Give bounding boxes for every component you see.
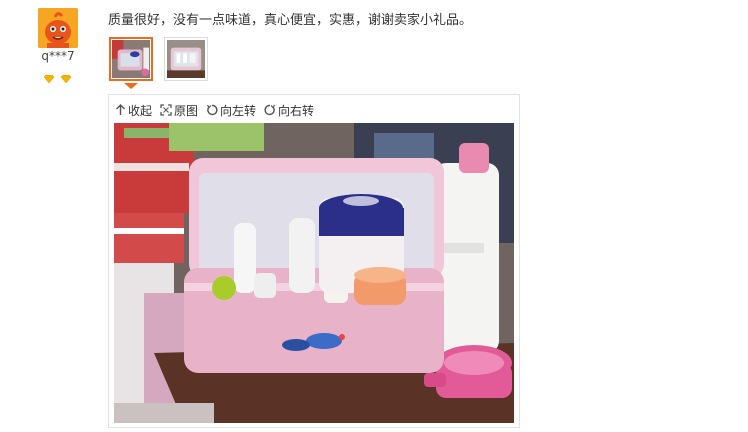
diamond-icon <box>60 68 72 87</box>
thumbnail-2[interactable] <box>164 37 208 81</box>
diamond-icon <box>43 68 55 87</box>
view-original-label: 原图 <box>174 103 199 118</box>
review-text: 质量很好，没有一点味道，真心便宜，实惠，谢谢卖家小礼品。 <box>108 13 473 28</box>
rotate-right-label: 向右转 <box>278 103 315 118</box>
collapse-button[interactable]: 收起 <box>115 102 152 119</box>
rotate-right-icon <box>264 104 276 116</box>
thumbnail-photo <box>112 40 150 78</box>
selected-thumbnail-indicator <box>124 83 138 89</box>
fullsize-icon <box>160 104 172 116</box>
thumbnail-1[interactable] <box>109 37 153 81</box>
rotate-left-icon <box>207 104 218 116</box>
thumbnail-photo <box>167 40 205 78</box>
reviewer-name[interactable]: q***7 <box>32 49 84 63</box>
rotate-left-button[interactable]: 向左转 <box>206 102 256 119</box>
image-viewer: 收起 原图 向左转 向右转 <box>108 94 520 428</box>
avatar[interactable] <box>38 8 78 48</box>
rotate-left-label: 向左转 <box>220 103 257 118</box>
cartoon-avatar-icon <box>38 8 78 48</box>
reviewer-badges <box>43 68 73 84</box>
collapse-label: 收起 <box>128 103 153 118</box>
review-photo[interactable] <box>114 123 514 423</box>
view-original-button[interactable]: 原图 <box>160 102 198 119</box>
rotate-right-button[interactable]: 向右转 <box>264 102 314 119</box>
viewer-toolbar: 收起 原图 向左转 向右转 <box>115 101 322 119</box>
collapse-arrow-icon <box>116 104 125 115</box>
